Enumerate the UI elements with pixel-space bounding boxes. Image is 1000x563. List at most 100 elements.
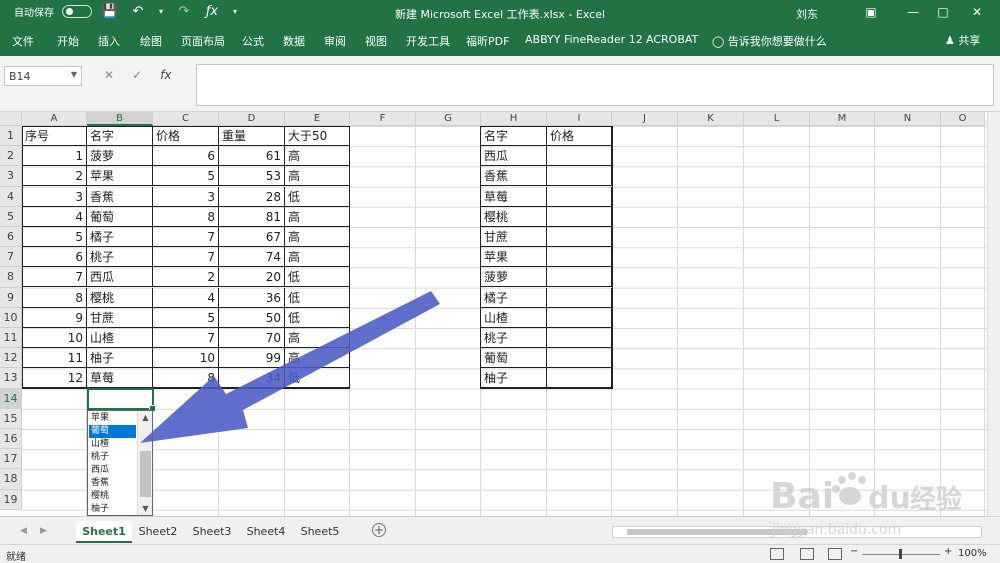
table2-cell[interactable] bbox=[547, 166, 612, 187]
table1-cell[interactable]: 4 bbox=[22, 206, 87, 227]
table1-cell[interactable]: 12 bbox=[22, 368, 87, 389]
table1-cell[interactable]: 5 bbox=[153, 307, 219, 328]
table1-cell[interactable]: 低 bbox=[285, 267, 350, 288]
table2-cell[interactable]: 草莓 bbox=[481, 186, 547, 207]
row-header-8[interactable]: 8 bbox=[0, 267, 22, 288]
page-layout-view-icon[interactable] bbox=[800, 548, 814, 560]
dropdown-option[interactable]: 苹果 bbox=[89, 412, 136, 425]
table2-cell[interactable]: 香蕉 bbox=[481, 166, 547, 187]
row-header-7[interactable]: 7 bbox=[0, 247, 22, 268]
table2-header-cell[interactable]: 价格 bbox=[547, 126, 612, 146]
table1-cell[interactable]: 7 bbox=[153, 247, 219, 268]
cancel-icon[interactable]: ✕ bbox=[104, 68, 114, 82]
table1-cell[interactable]: 50 bbox=[219, 307, 285, 328]
table1-header-cell[interactable]: 重量 bbox=[219, 126, 285, 146]
row-header-19[interactable]: 19 bbox=[0, 489, 22, 510]
table2-cell[interactable] bbox=[547, 348, 612, 369]
table1-cell[interactable]: 高 bbox=[285, 166, 350, 187]
row-header-11[interactable]: 11 bbox=[0, 328, 22, 349]
table2-cell[interactable]: 橘子 bbox=[481, 287, 547, 308]
name-box[interactable]: B14 ▼ bbox=[4, 66, 82, 86]
table1-cell[interactable]: 低 bbox=[285, 307, 350, 328]
page-break-view-icon[interactable] bbox=[828, 548, 842, 560]
sheet-tab-2[interactable]: Sheet2 bbox=[132, 521, 184, 543]
dropdown-option[interactable]: 柚子 bbox=[89, 503, 136, 515]
table1-cell[interactable]: 4 bbox=[153, 287, 219, 308]
row-header-16[interactable]: 16 bbox=[0, 429, 22, 450]
table2-cell[interactable] bbox=[547, 328, 612, 348]
close-icon[interactable]: ✕ bbox=[964, 2, 990, 22]
row-header-9[interactable]: 9 bbox=[0, 287, 22, 308]
row-header-5[interactable]: 5 bbox=[0, 206, 22, 227]
column-header-e[interactable]: E bbox=[285, 112, 350, 126]
column-header-b[interactable]: B bbox=[87, 112, 153, 126]
table1-cell[interactable]: 67 bbox=[219, 227, 285, 247]
tab-insert[interactable]: 插入 bbox=[98, 33, 120, 49]
table2-cell[interactable] bbox=[547, 186, 612, 207]
table1-cell[interactable]: 5 bbox=[153, 166, 219, 187]
vertical-scrollbar[interactable] bbox=[987, 112, 1000, 516]
table1-cell[interactable]: 草莓 bbox=[87, 368, 153, 389]
table2-cell[interactable] bbox=[547, 247, 612, 268]
dropdown-option[interactable]: 香蕉 bbox=[89, 477, 136, 490]
table1-cell[interactable]: 柚子 bbox=[87, 348, 153, 369]
table1-cell[interactable]: 6 bbox=[22, 247, 87, 268]
table1-header-cell[interactable]: 价格 bbox=[153, 126, 219, 146]
dropdown-option[interactable]: 葡萄 bbox=[89, 425, 136, 438]
column-header-m[interactable]: M bbox=[810, 112, 875, 126]
table1-cell[interactable]: 3 bbox=[153, 186, 219, 207]
tell-me-box[interactable]: ◯ 告诉我你想要做什么 bbox=[712, 33, 827, 49]
select-all-corner[interactable] bbox=[0, 112, 22, 126]
table2-cell[interactable] bbox=[547, 368, 612, 389]
sheet-tab-4[interactable]: Sheet4 bbox=[240, 521, 292, 543]
table1-cell[interactable]: 低 bbox=[285, 368, 350, 389]
validation-dropdown-list[interactable]: 苹果 葡萄 山楂 桃子 西瓜 香蕉 樱桃 柚子 ▲ ▼ bbox=[87, 410, 153, 516]
table1-cell[interactable]: 61 bbox=[219, 146, 285, 167]
table2-cell[interactable]: 甘蔗 bbox=[481, 227, 547, 247]
next-sheet-icon[interactable]: ▶ bbox=[40, 526, 47, 536]
column-header-l[interactable]: L bbox=[744, 112, 810, 126]
table1-cell[interactable]: 西瓜 bbox=[87, 267, 153, 288]
enter-icon[interactable]: ✓ bbox=[132, 68, 142, 82]
table1-cell[interactable]: 10 bbox=[22, 328, 87, 348]
column-header-g[interactable]: G bbox=[416, 112, 481, 126]
sheet-tab-3[interactable]: Sheet3 bbox=[186, 521, 238, 543]
tab-home[interactable]: 开始 bbox=[57, 33, 79, 49]
table1-cell[interactable]: 樱桃 bbox=[87, 287, 153, 308]
dropdown-option[interactable]: 桃子 bbox=[89, 451, 136, 464]
selected-cell-b14[interactable] bbox=[87, 388, 156, 412]
table2-cell[interactable] bbox=[547, 227, 612, 247]
table1-cell[interactable]: 2 bbox=[153, 267, 219, 288]
table2-cell[interactable]: 葡萄 bbox=[481, 348, 547, 369]
tab-page-layout[interactable]: 页面布局 bbox=[181, 33, 225, 49]
column-header-k[interactable]: K bbox=[678, 112, 744, 126]
table2-cell[interactable] bbox=[547, 267, 612, 288]
row-header-6[interactable]: 6 bbox=[0, 227, 22, 248]
tab-acrobat[interactable]: ACROBAT bbox=[646, 33, 698, 46]
table1-cell[interactable]: 8 bbox=[22, 287, 87, 308]
table2-cell[interactable] bbox=[547, 206, 612, 227]
table1-cell[interactable]: 28 bbox=[219, 186, 285, 207]
share-button[interactable]: ♟ 共享 bbox=[945, 32, 980, 48]
table1-cell[interactable]: 81 bbox=[219, 206, 285, 227]
row-header-4[interactable]: 4 bbox=[0, 186, 22, 207]
table1-cell[interactable]: 低 bbox=[285, 186, 350, 207]
column-header-j[interactable]: J bbox=[612, 112, 678, 126]
tab-formulas[interactable]: 公式 bbox=[242, 33, 264, 49]
chevron-down-icon[interactable]: ▼ bbox=[71, 70, 77, 79]
table1-cell[interactable]: 高 bbox=[285, 146, 350, 167]
row-header-1[interactable]: 1 bbox=[0, 126, 22, 147]
tab-data[interactable]: 数据 bbox=[283, 33, 305, 49]
table1-cell[interactable]: 20 bbox=[219, 267, 285, 288]
table1-cell[interactable]: 高 bbox=[285, 328, 350, 348]
row-header-18[interactable]: 18 bbox=[0, 469, 22, 490]
row-header-17[interactable]: 17 bbox=[0, 449, 22, 470]
dropdown-option[interactable]: 樱桃 bbox=[89, 490, 136, 503]
tab-abbyy[interactable]: ABBYY FineReader 12 bbox=[525, 33, 643, 46]
table1-cell[interactable]: 高 bbox=[285, 206, 350, 227]
sheet-tab-5[interactable]: Sheet5 bbox=[294, 521, 346, 543]
dropdown-scrollbar[interactable]: ▲ ▼ bbox=[137, 411, 152, 515]
table1-cell[interactable]: 7 bbox=[153, 227, 219, 247]
column-header-d[interactable]: D bbox=[219, 112, 285, 126]
row-header-13[interactable]: 13 bbox=[0, 368, 22, 389]
